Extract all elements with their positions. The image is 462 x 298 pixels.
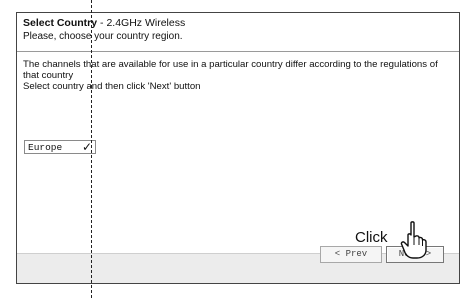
dialog-title: Select Country - 2.4GHz Wireless (23, 17, 185, 29)
click-callout-label: Click (355, 229, 388, 246)
title-bold: Select Country (23, 17, 98, 29)
wizard-dialog: Select Country - 2.4GHz Wireless Please,… (16, 12, 460, 284)
prev-button[interactable]: < Prev (320, 246, 382, 263)
dialog-subtitle: Please, choose your country region. (23, 31, 183, 42)
country-select[interactable]: Europe ✓ (24, 140, 96, 154)
pointing-hand-icon (400, 221, 427, 259)
description-line-2: Select country and then click 'Next' but… (23, 81, 201, 92)
dialog-header: Select Country - 2.4GHz Wireless Please,… (17, 13, 459, 52)
dashed-guide-line (91, 0, 92, 298)
title-rest: - 2.4GHz Wireless (97, 17, 186, 29)
description-line-1: The channels that are available for use … (23, 59, 438, 81)
country-select-value: Europe (28, 142, 63, 153)
description-text: The channels that are available for use … (23, 59, 453, 92)
